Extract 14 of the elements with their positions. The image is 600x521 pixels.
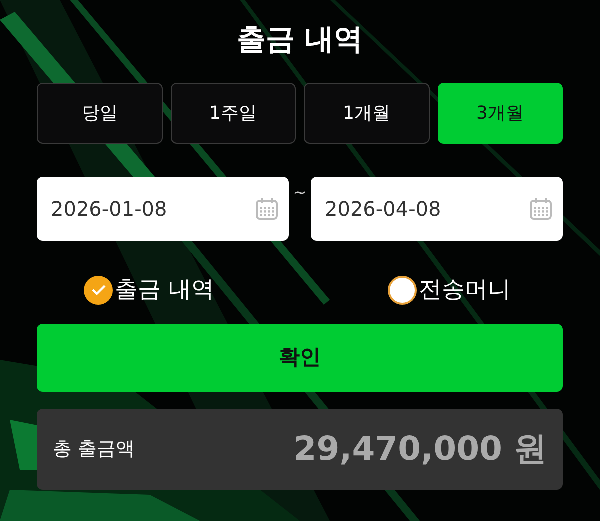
page-title: 출금 내역 [236,21,364,58]
option-label[interactable]: 전송머니 [419,273,511,308]
period-tab[interactable]: 1개월 [304,83,430,144]
option-label[interactable]: 출금 내역 [115,273,214,308]
confirm-button[interactable]: 확인 [37,324,563,392]
date-field[interactable]: 2026-01-08 [37,177,289,241]
total-label: 총 출금액 [53,436,136,462]
total-amount: 29,470,000 원 [294,428,547,470]
period-tab[interactable]: 1주일 [170,83,296,144]
checkmark-icon [90,284,106,296]
period-tab[interactable]: 당일 [37,83,162,144]
date-field[interactable]: 2026-04-08 [311,177,563,241]
period-tab[interactable]: 3개월 [438,83,563,144]
range-separator: ~ [292,182,308,204]
